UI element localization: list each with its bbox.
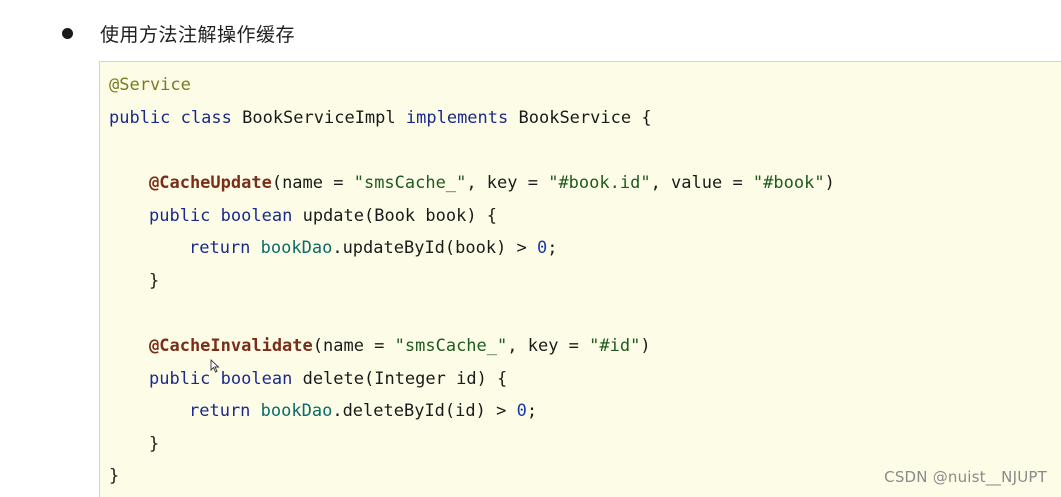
keyword-class: class [180, 108, 232, 128]
keyword-public: public [109, 108, 171, 128]
code-text: , value = [650, 173, 753, 193]
string-literal: "smsCache_" [394, 336, 508, 356]
method-signature: update(Book book) { [302, 206, 498, 226]
keyword-boolean: boolean [220, 206, 293, 226]
string-literal: "smsCache_" [353, 173, 467, 193]
code-text: ; [526, 401, 538, 421]
keyword-return: return [189, 401, 251, 421]
field-reference: bookDao [260, 238, 333, 258]
watermark: CSDN @nuist__NJUPT [884, 468, 1047, 486]
code-line-6: return bookDao.updateById(book) > 0; [189, 235, 558, 261]
string-literal: "#book" [752, 173, 825, 193]
mouse-pointer-icon [210, 359, 220, 373]
code-line-5: public boolean update(Book book) { [149, 203, 497, 229]
field-reference: bookDao [260, 401, 333, 421]
code-block: @Service public class BookServiceImpl im… [99, 61, 1061, 497]
code-text: ) [824, 173, 835, 193]
keyword-implements: implements [405, 108, 509, 128]
class-name: BookServiceImpl [242, 108, 396, 128]
code-line-4: @CacheUpdate(name = "smsCache_", key = "… [149, 170, 835, 196]
code-line-9: @CacheInvalidate(name = "smsCache_", key… [149, 333, 651, 359]
number-literal: 0 [537, 238, 548, 258]
code-line-11: return bookDao.deleteById(id) > 0; [189, 398, 537, 424]
string-literal: "#book.id" [548, 173, 651, 193]
keyword-public: public [149, 206, 211, 226]
keyword-boolean: boolean [220, 369, 293, 389]
code-line-1: @Service [109, 72, 191, 98]
code-line-7: } [149, 268, 159, 294]
close-brace: } [149, 271, 160, 291]
code-text: .updateById(book) > [332, 238, 538, 258]
code-text: , key = [466, 173, 549, 193]
method-signature: delete(Integer id) { [302, 369, 508, 389]
section-heading: 使用方法注解操作缓存 [100, 23, 296, 46]
close-brace: } [109, 466, 120, 486]
service-annotation: @Service [109, 75, 191, 95]
code-text: (name = [312, 336, 395, 356]
open-brace: { [641, 108, 652, 128]
keyword-public: public [149, 369, 211, 389]
bullet-dot-icon [62, 27, 73, 39]
code-text: ; [547, 238, 558, 258]
cache-update-annotation: @CacheUpdate [149, 173, 272, 193]
close-brace: } [149, 434, 160, 454]
code-text: , key = [507, 336, 590, 356]
cache-invalidate-annotation: @CacheInvalidate [149, 336, 313, 356]
code-line-2: public class BookServiceImpl implements … [109, 105, 652, 131]
interface-name: BookService [518, 108, 632, 128]
bullet-item: 使用方法注解操作缓存 [62, 20, 295, 46]
code-line-12: } [149, 431, 159, 457]
code-text: ) [640, 336, 651, 356]
number-literal: 0 [516, 401, 527, 421]
code-text: .deleteById(id) > [332, 401, 517, 421]
string-literal: "#id" [589, 336, 641, 356]
code-text: (name = [271, 173, 354, 193]
keyword-return: return [189, 238, 251, 258]
code-line-10: public boolean delete(Integer id) { [149, 366, 507, 392]
code-line-13: } [109, 463, 119, 489]
